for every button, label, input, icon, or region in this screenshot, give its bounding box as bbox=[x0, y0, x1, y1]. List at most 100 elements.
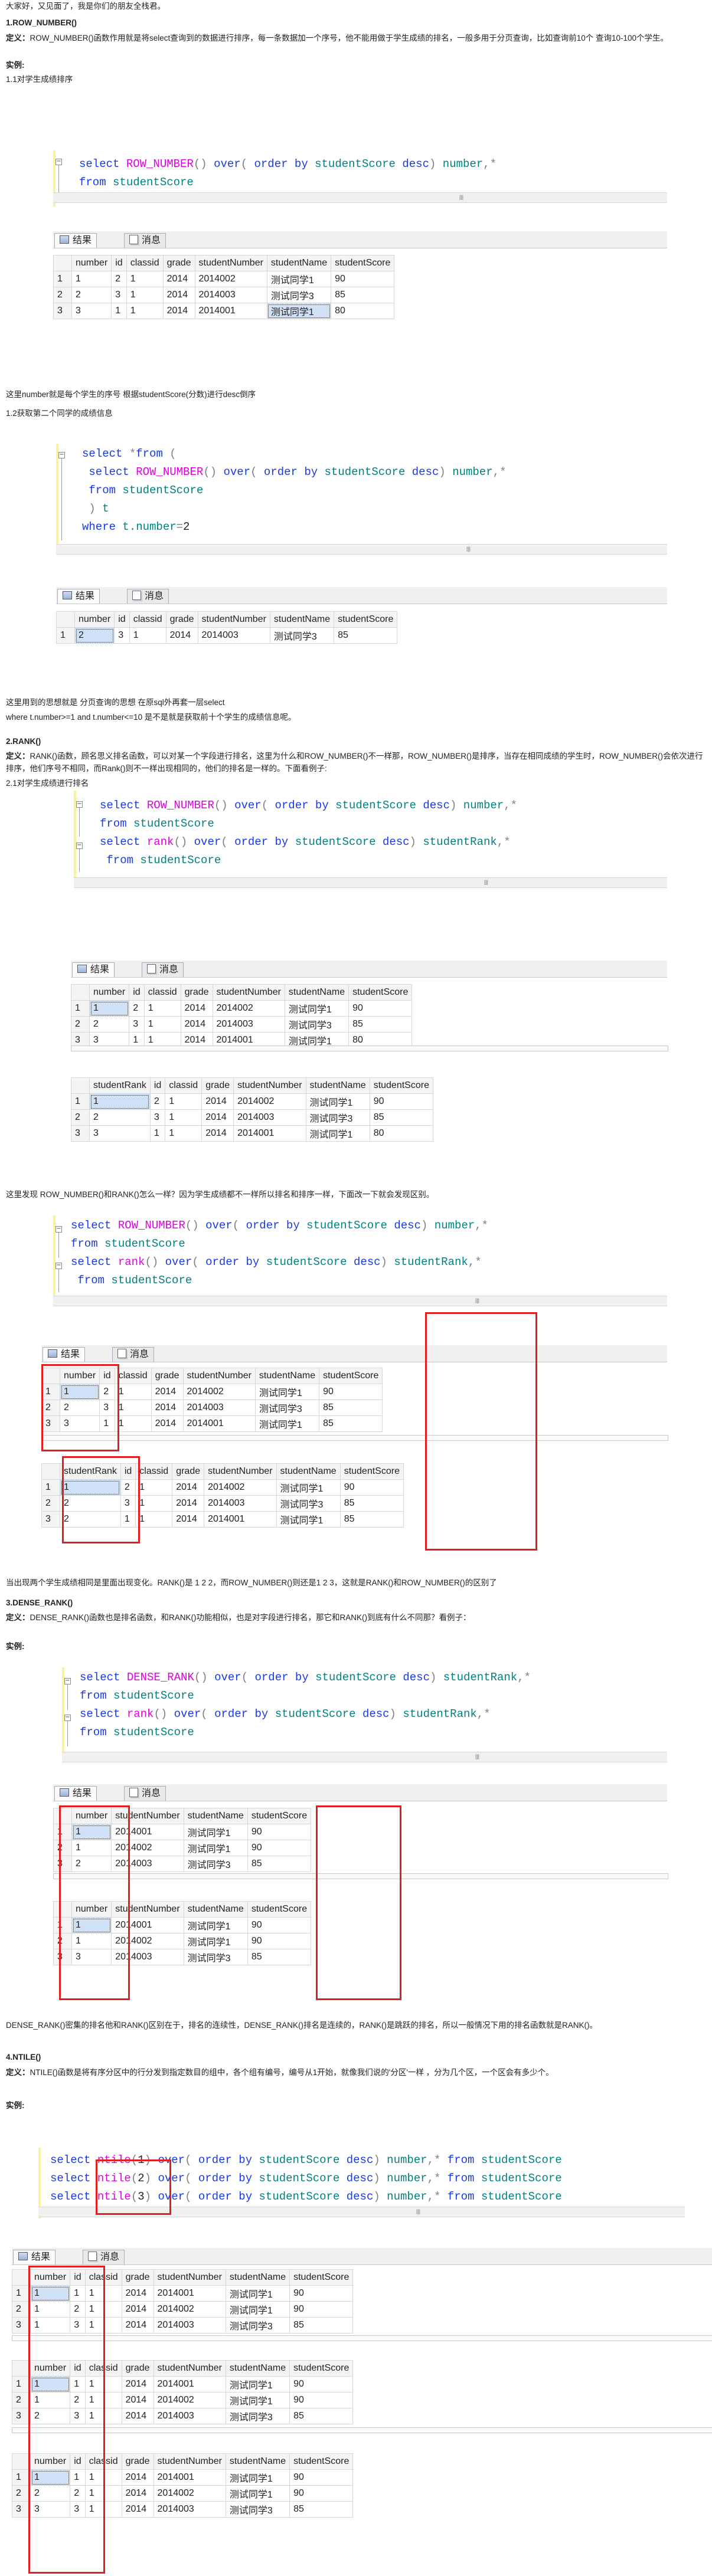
grid-cell[interactable]: 2014001 bbox=[194, 303, 267, 319]
column-header[interactable]: grade bbox=[121, 2360, 154, 2377]
grid-cell[interactable]: 2014002 bbox=[233, 1093, 306, 1110]
grid-cell[interactable]: 1 bbox=[89, 1093, 151, 1110]
column-header[interactable]: studentScore bbox=[339, 1463, 404, 1480]
grid-cell[interactable]: 80 bbox=[369, 1125, 433, 1142]
grid-cell[interactable]: 1 bbox=[114, 1400, 152, 1416]
table-row[interactable]: 2 2 3 1 2014 2014003 测试同学3 85 bbox=[53, 287, 395, 303]
column-header[interactable]: grade bbox=[180, 984, 213, 1001]
grid-cell[interactable]: 1 bbox=[135, 1495, 173, 1512]
grid-cell[interactable]: 2014003 bbox=[233, 1109, 306, 1126]
grid-cell[interactable]: 2 bbox=[149, 1093, 166, 1110]
grid-cell[interactable]: 3 bbox=[111, 287, 127, 303]
grid-cell[interactable]: 2014 bbox=[201, 1093, 234, 1110]
grid-cell[interactable]: 90 bbox=[247, 1840, 312, 1856]
grid-cell[interactable]: 测试同学1 bbox=[225, 2376, 290, 2393]
row-number[interactable]: 1 bbox=[41, 1479, 60, 1496]
grid-cell[interactable]: 2014 bbox=[162, 303, 195, 319]
column-header[interactable]: studentScore bbox=[348, 984, 413, 1001]
column-header[interactable]: studentNumber bbox=[182, 1368, 256, 1384]
grid-cell[interactable]: 2014001 bbox=[182, 1415, 256, 1432]
grid-cell[interactable]: 90 bbox=[331, 271, 395, 287]
grid-cell[interactable]: 90 bbox=[289, 2376, 354, 2393]
grid-cell[interactable]: 1 bbox=[143, 1016, 181, 1033]
collapse-icon[interactable]: − bbox=[76, 843, 83, 849]
grid-cell[interactable]: 测试同学3 bbox=[183, 1949, 248, 1965]
result-grid[interactable]: number id classid grade studentNumber student… bbox=[56, 611, 398, 644]
grid-cell[interactable]: 80 bbox=[331, 303, 395, 319]
row-number[interactable]: 2 bbox=[71, 1016, 90, 1033]
grid-cell[interactable]: 2 bbox=[111, 271, 127, 287]
column-header[interactable]: studentNumber bbox=[233, 1077, 306, 1094]
grid-cell[interactable]: 测试同学1 bbox=[305, 1125, 370, 1142]
column-header[interactable]: studentName bbox=[269, 611, 335, 628]
column-header[interactable]: classid bbox=[135, 1463, 173, 1480]
grid-cell[interactable]: 2014 bbox=[151, 1400, 184, 1416]
column-header[interactable]: studentRank bbox=[89, 1077, 151, 1094]
grid-cell[interactable]: 1 bbox=[126, 271, 164, 287]
grid-cell[interactable]: 测试同学1 bbox=[183, 1840, 248, 1856]
table-row[interactable]: 1 1 2 1 2014 2014002 测试同学1 90 bbox=[71, 1093, 433, 1110]
column-header[interactable]: studentScore bbox=[331, 255, 395, 271]
grid-cell[interactable]: 2 bbox=[129, 1000, 145, 1017]
table-row[interactable]: 2 2 3 1 2014 2014003 测试同学3 85 bbox=[71, 1109, 433, 1126]
grid-cell[interactable]: 测试同学3 bbox=[225, 2501, 290, 2518]
table-row[interactable]: 3 3 1 1 2014 2014001 测试同学1 80 bbox=[53, 303, 395, 319]
column-header[interactable]: id bbox=[111, 255, 127, 271]
row-number[interactable]: 2 bbox=[53, 287, 72, 303]
grid-cell[interactable]: 2014 bbox=[172, 1495, 205, 1512]
grid-cell[interactable]: 85 bbox=[319, 1415, 383, 1432]
grid-cell[interactable]: 2014001 bbox=[153, 2285, 226, 2302]
grid-cell[interactable]: 90 bbox=[247, 1917, 312, 1933]
collapse-icon[interactable]: − bbox=[55, 1263, 62, 1269]
grid-cell[interactable]: 1 bbox=[165, 1109, 203, 1126]
grid-cell[interactable]: 测试同学1 bbox=[183, 1917, 248, 1933]
collapse-icon[interactable]: − bbox=[64, 1678, 71, 1684]
grid-cell[interactable]: 85 bbox=[289, 2408, 354, 2424]
grid-cell[interactable]: 90 bbox=[247, 1824, 312, 1840]
grid-cell[interactable]: 85 bbox=[247, 1949, 312, 1965]
grid-cell[interactable]: 2014002 bbox=[153, 2301, 226, 2318]
tab-messages[interactable]: 消息 bbox=[83, 2250, 125, 2264]
row-number[interactable]: 3 bbox=[41, 1511, 60, 1528]
grid-cell[interactable]: 测试同学3 bbox=[183, 1856, 248, 1872]
grid-cell[interactable]: 2 bbox=[89, 1109, 151, 1126]
grid-cell[interactable]: 3 bbox=[129, 1016, 145, 1033]
grid-cell[interactable]: 2014 bbox=[121, 2408, 154, 2424]
table-row[interactable]: 1 1 2 1 2014 2014002 测试同学1 90 bbox=[53, 271, 395, 287]
column-header[interactable]: studentNumber bbox=[153, 2360, 226, 2377]
grid-cell[interactable]: 测试同学1 bbox=[225, 2392, 290, 2408]
sql-editor[interactable]: − select *from ( select ROW_NUMBER() ove… bbox=[56, 444, 667, 555]
row-number[interactable]: 2 bbox=[12, 2301, 31, 2318]
column-header[interactable]: studentName bbox=[276, 1463, 341, 1480]
grid-cell[interactable]: 85 bbox=[331, 287, 395, 303]
grid-cell[interactable]: 2014002 bbox=[153, 2392, 226, 2408]
column-header[interactable]: studentName bbox=[183, 1901, 248, 1918]
grid-cell[interactable]: 85 bbox=[247, 1856, 312, 1872]
column-header[interactable]: grade bbox=[172, 1463, 205, 1480]
result-grid[interactable]: number id classid grade studentNumber student… bbox=[71, 984, 413, 1048]
tab-results[interactable]: 结果 bbox=[54, 1786, 97, 1801]
column-header[interactable]: grade bbox=[165, 611, 198, 628]
column-header[interactable]: classid bbox=[126, 255, 164, 271]
grid-cell[interactable]: 2014 bbox=[151, 1384, 184, 1400]
grid-cell[interactable]: 测试同学3 bbox=[225, 2408, 290, 2424]
grid-cell[interactable]: 90 bbox=[319, 1384, 383, 1400]
grid-cell[interactable]: 2014 bbox=[172, 1479, 205, 1496]
grid-cell[interactable]: 90 bbox=[339, 1479, 404, 1496]
column-header[interactable]: studentName bbox=[266, 255, 332, 271]
row-number[interactable]: 2 bbox=[12, 2392, 31, 2408]
grid-cell[interactable]: 90 bbox=[348, 1000, 413, 1017]
sql-editor[interactable]: − − select DENSE_RANK() over( order by s… bbox=[62, 1667, 667, 1762]
grid-cell[interactable]: 85 bbox=[339, 1495, 404, 1512]
grid-cell[interactable]: 85 bbox=[339, 1511, 404, 1528]
grid-cell[interactable]: 85 bbox=[334, 627, 398, 644]
grid-cell[interactable]: 测试同学1 bbox=[225, 2285, 290, 2302]
grid-cell[interactable]: 测试同学1 bbox=[266, 271, 332, 287]
tab-messages[interactable]: 消息 bbox=[142, 962, 184, 977]
tab-messages[interactable]: 消息 bbox=[124, 233, 166, 248]
row-number[interactable]: 2 bbox=[71, 1109, 90, 1126]
grid-cell[interactable]: 2014 bbox=[201, 1125, 234, 1142]
grid-cell[interactable]: 2014001 bbox=[233, 1125, 306, 1142]
grid-cell[interactable]: 2014002 bbox=[204, 1479, 277, 1496]
grid-cell[interactable]: 2014 bbox=[180, 1000, 213, 1017]
